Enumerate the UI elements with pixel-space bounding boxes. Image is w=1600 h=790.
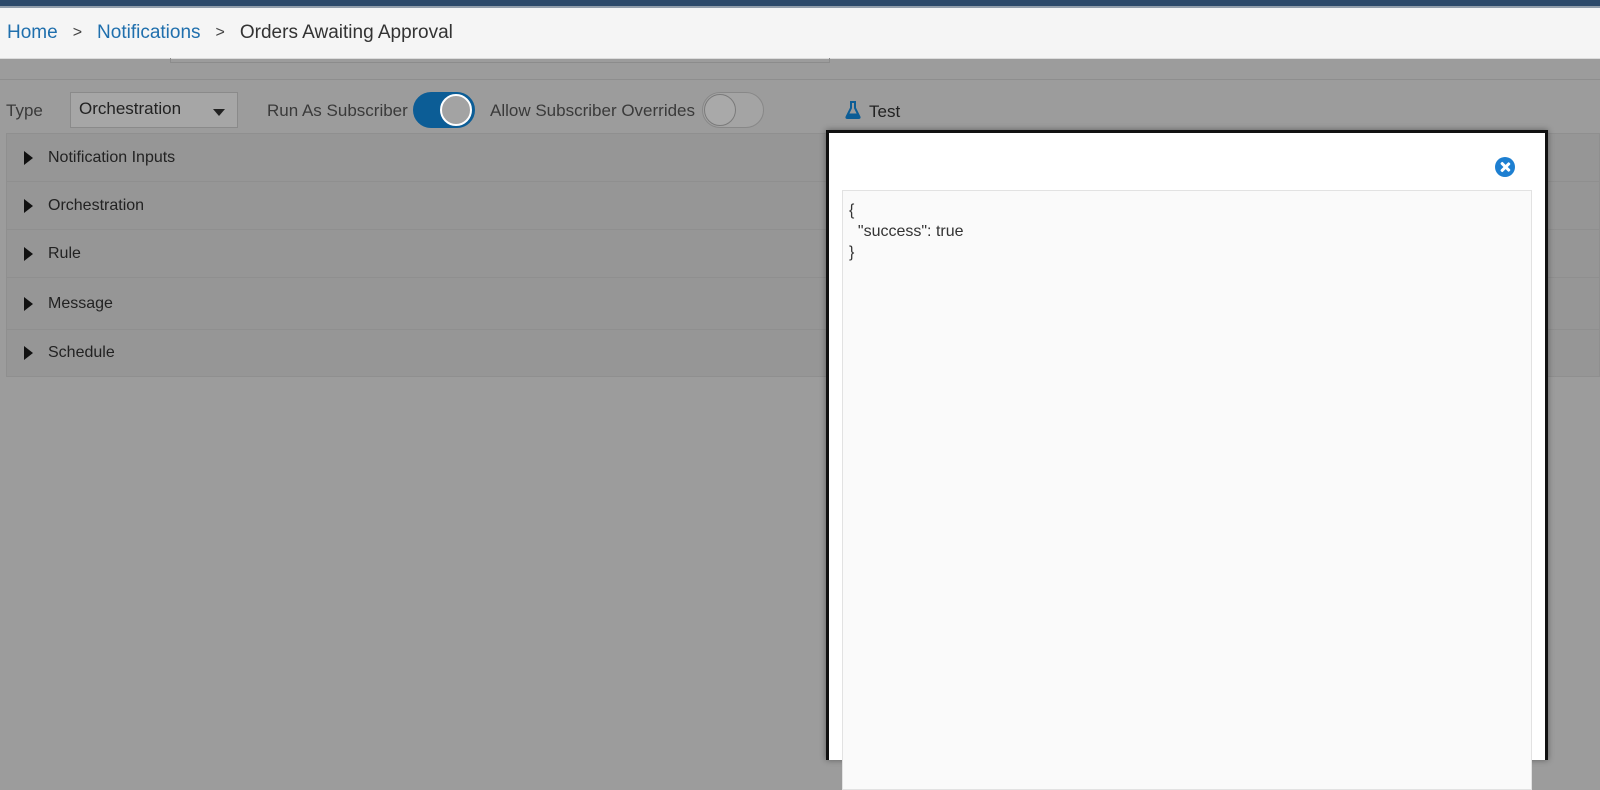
- toggle-knob: [440, 94, 472, 126]
- dropdown-arrow-icon: [213, 109, 225, 116]
- json-line: {: [849, 202, 855, 219]
- breadcrumb-home-link[interactable]: Home: [7, 22, 58, 44]
- allow-overrides-toggle[interactable]: [702, 92, 764, 128]
- caret-right-icon: [24, 150, 33, 165]
- run-as-subscriber-label: Run As Subscriber: [267, 101, 408, 120]
- close-icon[interactable]: [1495, 157, 1515, 177]
- caret-right-icon: [24, 246, 33, 261]
- divider: [0, 79, 1600, 80]
- allow-overrides-label: Allow Subscriber Overrides: [490, 101, 696, 120]
- section-label: Orchestration: [48, 196, 145, 214]
- breadcrumb: Home > Notifications > Orders Awaiting A…: [0, 8, 1600, 59]
- toggle-knob: [704, 94, 736, 126]
- json-line: "success": true: [849, 223, 964, 240]
- json-result-panel[interactable]: { "success": true }: [842, 190, 1532, 790]
- type-select-value: Orchestration: [79, 99, 182, 118]
- test-result-dialog: { "success": true }: [826, 130, 1548, 790]
- section-label: Rule: [48, 244, 81, 262]
- test-button[interactable]: Test: [845, 98, 900, 126]
- section-label: Message: [48, 294, 113, 312]
- section-label: Schedule: [48, 344, 115, 361]
- caret-right-icon: [24, 296, 33, 311]
- test-label: Test: [869, 102, 901, 121]
- section-label: Notification Inputs: [48, 148, 176, 166]
- flask-icon: [845, 100, 861, 124]
- json-line: }: [849, 244, 855, 261]
- caret-right-icon: [24, 198, 33, 213]
- type-label: Type: [6, 101, 43, 120]
- caret-right-icon: [24, 346, 33, 360]
- breadcrumb-separator: >: [72, 24, 83, 41]
- notification-toolbar: Type Orchestration Run As Subscriber All…: [0, 90, 830, 130]
- breadcrumb-current: Orders Awaiting Approval: [239, 22, 453, 43]
- breadcrumb-separator: >: [215, 24, 225, 41]
- name-field-edge: [170, 58, 830, 63]
- breadcrumb-notifications-link[interactable]: Notifications: [97, 22, 201, 44]
- run-as-subscriber-toggle[interactable]: [413, 92, 475, 128]
- type-select[interactable]: Orchestration: [70, 92, 238, 128]
